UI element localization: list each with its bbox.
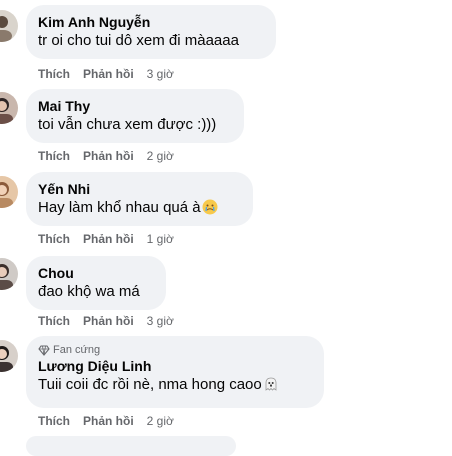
badge-label: Fan cứng: [53, 344, 101, 356]
comment-time[interactable]: 1 giờ: [147, 232, 174, 246]
like-link[interactable]: Thích: [38, 67, 70, 81]
crying-face-icon: [202, 199, 218, 215]
comment-bubble: Chou đao khộ wa má: [26, 256, 166, 310]
comment-bubble: [26, 436, 236, 456]
comment-author[interactable]: Mai Thy: [38, 97, 232, 115]
reply-link[interactable]: Phản hồi: [83, 314, 134, 328]
comment-actions: Thích Phản hồi 2 giờ: [38, 413, 174, 429]
comment-time[interactable]: 3 giờ: [147, 67, 174, 81]
reply-link[interactable]: Phản hồi: [83, 149, 134, 163]
comment-author[interactable]: Lương Diệu Linh: [38, 357, 312, 375]
avatar[interactable]: [0, 92, 18, 124]
like-link[interactable]: Thích: [38, 149, 70, 163]
like-link[interactable]: Thích: [38, 314, 70, 328]
comment-time[interactable]: 3 giờ: [147, 314, 174, 328]
comment-text: đao khộ wa má: [38, 283, 140, 300]
comment-actions: Thích Phản hồi 1 giờ: [38, 231, 174, 247]
reply-link[interactable]: Phản hồi: [83, 414, 134, 428]
comment-actions: Thích Phản hồi 3 giờ: [38, 66, 174, 82]
comment-text: Hay làm khổ nhau quá à: [38, 198, 241, 218]
comment-bubble: Fan cứng Lương Diệu Linh Tuii coii đc rồ…: [26, 336, 324, 408]
reply-link[interactable]: Phản hồi: [83, 232, 134, 246]
avatar[interactable]: [0, 340, 18, 372]
comment-time[interactable]: 2 giờ: [147, 414, 174, 428]
comment-author[interactable]: Kim Anh Nguyễn: [38, 13, 264, 31]
ghost-icon: [265, 377, 277, 391]
comment-text-content: Tuii coii đc rồi nè, nma hong caoo: [38, 376, 262, 393]
like-link[interactable]: Thích: [38, 414, 70, 428]
like-link[interactable]: Thích: [38, 232, 70, 246]
comment-bubble: Mai Thy toi vẫn chưa xem được :))): [26, 89, 244, 143]
avatar[interactable]: [0, 258, 18, 290]
comment-time[interactable]: 2 giờ: [147, 149, 174, 163]
comment-text: Tuii coii đc rồi nè, nma hong caoo: [38, 375, 312, 395]
fan-badge[interactable]: Fan cứng: [38, 343, 312, 357]
avatar[interactable]: [0, 176, 18, 208]
comment-text-content: Hay làm khổ nhau quá à: [38, 199, 201, 216]
comment-bubble: Yến Nhi Hay làm khổ nhau quá à: [26, 172, 253, 226]
avatar[interactable]: [0, 10, 18, 42]
comment-bubble: Kim Anh Nguyễn tr oi cho tui dô xem đi m…: [26, 5, 276, 59]
comment-author[interactable]: Yến Nhi: [38, 180, 241, 198]
comment-text: tr oi cho tui dô xem đi màaaaa: [38, 32, 239, 49]
diamond-icon: [38, 345, 50, 356]
reply-link[interactable]: Phản hồi: [83, 67, 134, 81]
comment-actions: Thích Phản hồi 3 giờ: [38, 313, 174, 329]
comment-author[interactable]: Chou: [38, 264, 154, 282]
comment-actions: Thích Phản hồi 2 giờ: [38, 148, 174, 164]
comment-text: toi vẫn chưa xem được :))): [38, 116, 217, 133]
